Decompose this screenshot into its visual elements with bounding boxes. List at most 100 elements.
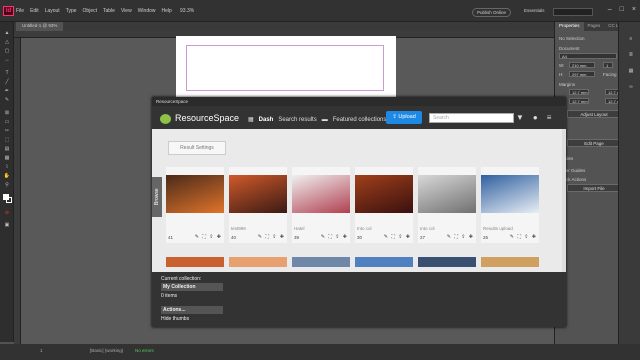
- maximize-icon[interactable]: □: [620, 6, 624, 13]
- browse-tab[interactable]: Browse: [152, 177, 162, 217]
- margin-top-field[interactable]: 12.7 mm: [569, 89, 589, 95]
- result-card[interactable]: Hatel 39 ✎ ⛶ ⇪ ✚: [292, 167, 350, 243]
- rectangle-tool-icon[interactable]: ▭: [3, 119, 11, 125]
- result-action-icons[interactable]: ✎ ⛶ ⇪ ✚: [384, 234, 411, 240]
- layers-icon[interactable]: ≡: [627, 36, 635, 42]
- adobe-stock-search[interactable]: [553, 8, 593, 16]
- result-card[interactable]: Into col 30 ✎ ⛶ ⇪ ✚: [355, 167, 413, 243]
- menu-icon[interactable]: ≡: [547, 113, 552, 122]
- nav-featured-collections[interactable]: Featured collections: [333, 117, 387, 123]
- free-transform-tool-icon[interactable]: ⬚: [3, 137, 11, 143]
- adjust-layout-button[interactable]: Adjust Layout: [567, 110, 621, 118]
- menu-window[interactable]: Window: [138, 8, 156, 14]
- rectangle-frame-tool-icon[interactable]: ⊠: [3, 110, 11, 116]
- result-card-partial[interactable]: [355, 257, 413, 267]
- stroke-swatch-icon[interactable]: [6, 197, 12, 203]
- rs-scrollbar[interactable]: [562, 129, 566, 272]
- result-card[interactable]: test999 40 ✎ ⛶ ⇪ ✚: [229, 167, 287, 243]
- pencil-tool-icon[interactable]: ✎: [3, 97, 11, 103]
- result-action-icons[interactable]: ✎ ⛶ ⇪ ✚: [510, 234, 537, 240]
- margin-bottom-field[interactable]: 12.7 mm: [569, 98, 589, 104]
- rs-logo-text[interactable]: ResourceSpace: [175, 113, 239, 123]
- upload-button[interactable]: ⇪ Upload: [386, 111, 422, 124]
- zoom-tool-icon[interactable]: ⚲: [3, 182, 11, 188]
- workspace-switcher[interactable]: Essentials: [524, 8, 545, 13]
- links-icon[interactable]: ∞: [627, 84, 635, 90]
- gap-tool-icon[interactable]: ↔: [3, 57, 11, 63]
- height-field[interactable]: 297 mm: [569, 71, 595, 77]
- menu-layout[interactable]: Layout: [45, 8, 60, 14]
- tab-pages[interactable]: Pages: [584, 22, 605, 31]
- result-thumbnail[interactable]: [418, 175, 476, 213]
- selection-tool-icon[interactable]: ▲: [3, 30, 11, 36]
- preflight-profile[interactable]: [Basic] (working): [90, 348, 123, 353]
- actions-select[interactable]: Actions...: [161, 306, 223, 314]
- line-tool-icon[interactable]: ╱: [3, 79, 11, 85]
- nav-search-results[interactable]: Search results: [278, 117, 316, 123]
- document-tab[interactable]: Untitled-1 @ 93%: [16, 22, 64, 31]
- swatches-icon[interactable]: ▦: [627, 68, 635, 74]
- note-tool-icon[interactable]: ▦: [3, 155, 11, 161]
- hide-thumbs-link[interactable]: Hide thumbs: [161, 316, 189, 322]
- zoom-level[interactable]: 93.3%: [180, 8, 194, 14]
- result-settings-button[interactable]: Result Settings: [168, 141, 226, 155]
- menu-table[interactable]: Table: [103, 8, 115, 14]
- apply-none-icon[interactable]: ⊘: [3, 210, 11, 216]
- menu-help[interactable]: Help: [162, 8, 172, 14]
- result-card[interactable]: 41 ✎ ⛶ ⇪ ✚: [166, 167, 224, 243]
- result-action-icons[interactable]: ✎ ⛶ ⇪ ✚: [195, 234, 222, 240]
- page-number[interactable]: 1: [40, 348, 43, 353]
- result-thumbnail[interactable]: [292, 175, 350, 213]
- result-action-icons[interactable]: ✎ ⛶ ⇪ ✚: [447, 234, 474, 240]
- page-tool-icon[interactable]: ▢: [3, 48, 11, 54]
- eyedropper-tool-icon[interactable]: ⌇: [3, 164, 11, 170]
- rs-nav: ▦ Dash Search results ▬ Featured collect…: [248, 116, 387, 124]
- result-card[interactable]: Into col 27 ✎ ⛶ ⇪ ✚: [418, 167, 476, 243]
- menu-view[interactable]: View: [121, 8, 132, 14]
- result-thumbnail[interactable]: [355, 175, 413, 213]
- result-card-partial[interactable]: [481, 257, 539, 267]
- result-title: Hatel: [294, 226, 305, 231]
- rs-search-input[interactable]: Search: [429, 113, 514, 123]
- menu-object[interactable]: Object: [83, 8, 97, 14]
- result-thumbnail[interactable]: [166, 175, 224, 213]
- direct-selection-tool-icon[interactable]: △: [3, 39, 11, 45]
- close-icon[interactable]: ×: [632, 6, 636, 13]
- tab-properties[interactable]: Properties: [555, 22, 584, 31]
- edit-page-button[interactable]: Edit Page: [567, 139, 621, 147]
- hand-tool-icon[interactable]: ✋: [3, 173, 11, 179]
- result-card-partial[interactable]: [418, 257, 476, 267]
- result-card-partial[interactable]: [229, 257, 287, 267]
- pen-tool-icon[interactable]: ✒: [3, 88, 11, 94]
- import-file-button[interactable]: Import File: [567, 184, 621, 192]
- rs-window-title[interactable]: ResourceSpace: [152, 97, 566, 106]
- rs-logo-icon[interactable]: [160, 114, 171, 124]
- width-label: W:: [559, 63, 565, 68]
- preset-select[interactable]: A4: [559, 53, 617, 59]
- preflight-status[interactable]: No errors: [135, 348, 154, 353]
- nav-dash[interactable]: Dash: [259, 117, 274, 123]
- menu-bar: Id File Edit Layout Type Object Table Vi…: [0, 0, 640, 22]
- publish-online-button[interactable]: Publish Online: [472, 8, 512, 17]
- width-field[interactable]: 210 mm: [569, 62, 595, 68]
- user-icon[interactable]: ●: [533, 113, 538, 122]
- menu-type[interactable]: Type: [66, 8, 77, 14]
- gradient-tool-icon[interactable]: ▤: [3, 146, 11, 152]
- result-card-partial[interactable]: [166, 257, 224, 267]
- scissors-tool-icon[interactable]: ✂: [3, 128, 11, 134]
- stroke-icon[interactable]: ≣: [627, 52, 635, 58]
- collection-select[interactable]: My Collection: [161, 283, 223, 291]
- result-thumbnail[interactable]: [481, 175, 539, 213]
- screen-mode-icon[interactable]: ▣: [3, 222, 11, 228]
- minimize-icon[interactable]: –: [608, 6, 612, 13]
- pages-field[interactable]: 1: [603, 62, 613, 68]
- result-card-partial[interactable]: [292, 257, 350, 267]
- result-action-icons[interactable]: ✎ ⛶ ⇪ ✚: [258, 234, 285, 240]
- type-tool-icon[interactable]: T: [3, 70, 11, 76]
- result-card[interactable]: Results upload 26 ✎ ⛶ ⇪ ✚: [481, 167, 539, 243]
- menu-edit[interactable]: Edit: [30, 8, 39, 14]
- result-action-icons[interactable]: ✎ ⛶ ⇪ ✚: [321, 234, 348, 240]
- filter-icon[interactable]: ▼: [516, 113, 524, 122]
- menu-file[interactable]: File: [16, 8, 24, 14]
- result-thumbnail[interactable]: [229, 175, 287, 213]
